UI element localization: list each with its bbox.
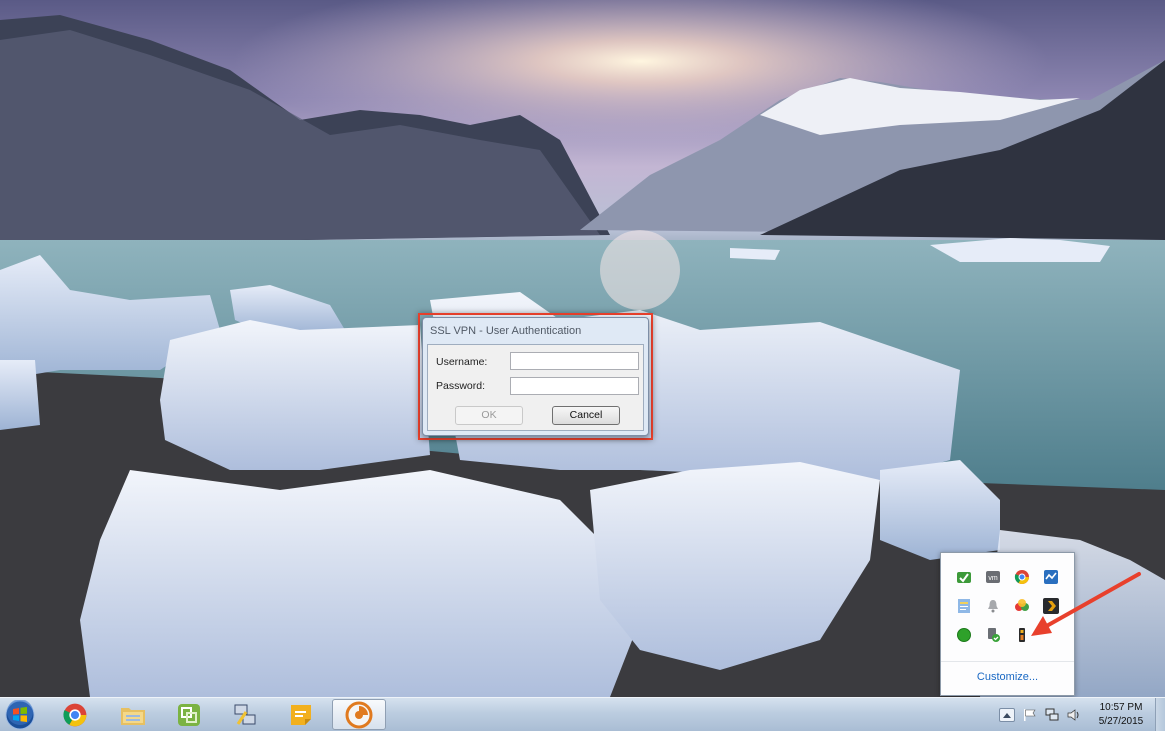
dialog-body: Username: Password: OK Cancel	[427, 344, 644, 431]
clock-date: 5/27/2015	[1098, 716, 1144, 727]
vpn-taskbar-button[interactable]	[332, 699, 386, 730]
username-field[interactable]	[510, 352, 639, 370]
vmware-icon[interactable]: vm	[978, 562, 1007, 591]
sticky-notes-taskbar-button[interactable]	[274, 699, 328, 730]
volume-icon[interactable]	[1067, 708, 1081, 725]
notification-overflow-flyout: vm Customize...	[940, 552, 1075, 696]
taskbar-clock[interactable]: 10:57 PM 5/27/2015	[1091, 701, 1151, 729]
network-monitor-icon[interactable]	[1036, 562, 1065, 591]
chrome-icon[interactable]	[1007, 562, 1036, 591]
tray-icon-grid: vm	[949, 562, 1067, 649]
chevron-up-icon	[1003, 713, 1011, 718]
vpn-globe-icon	[345, 701, 373, 728]
vpn-auth-dialog: SSL VPN - User Authentication Username: …	[422, 317, 649, 436]
customize-link[interactable]: Customize...	[941, 671, 1074, 683]
flyout-divider	[941, 661, 1074, 662]
password-label: Password:	[436, 380, 486, 392]
windows-orb-icon	[5, 700, 35, 730]
show-desktop-button[interactable]	[1155, 698, 1165, 731]
putty-taskbar-button[interactable]	[218, 699, 272, 730]
colorful-app-icon[interactable]	[1007, 591, 1036, 620]
folder-icon	[121, 707, 145, 725]
explorer-taskbar-button[interactable]	[106, 699, 160, 730]
show-hidden-icons-button[interactable]	[999, 708, 1015, 722]
username-label: Username:	[436, 356, 488, 368]
green-status-icon[interactable]	[949, 620, 978, 649]
vsphere-icon	[178, 703, 200, 726]
password-field[interactable]	[510, 377, 639, 395]
notes-icon[interactable]	[949, 591, 978, 620]
clock-time: 10:57 PM	[1099, 702, 1143, 713]
chrome-icon	[63, 703, 87, 726]
bell-icon[interactable]	[978, 591, 1007, 620]
usb-security-icon[interactable]	[978, 620, 1007, 649]
svg-text:vm: vm	[988, 575, 998, 582]
start-button[interactable]	[1, 698, 39, 731]
sticky-notes-icon	[291, 704, 311, 725]
putty-icon	[234, 704, 256, 725]
ok-button[interactable]: OK	[455, 406, 523, 425]
vpn-client-icon[interactable]	[1007, 620, 1036, 649]
action-center-flag-icon[interactable]	[1023, 708, 1037, 725]
chrome-taskbar-button[interactable]	[48, 699, 102, 730]
system-tray: 10:57 PM 5/27/2015	[995, 698, 1165, 731]
network-icon[interactable]	[1045, 708, 1059, 725]
dialog-title: SSL VPN - User Authentication	[430, 325, 582, 337]
plex-icon[interactable]	[1036, 591, 1065, 620]
sync-icon[interactable]	[949, 562, 978, 591]
cancel-button[interactable]: Cancel	[552, 406, 620, 425]
taskbar: 10:57 PM 5/27/2015	[0, 697, 1165, 731]
vsphere-taskbar-button[interactable]	[162, 699, 216, 730]
